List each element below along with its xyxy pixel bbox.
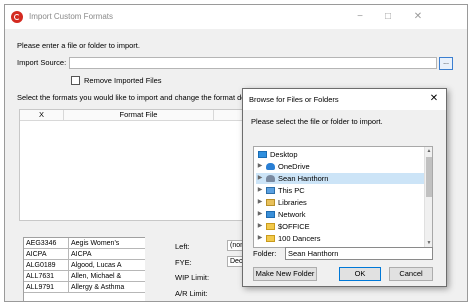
tree-item-sean-hanthorn[interactable]: ▶ Sean Hanthorn <box>256 173 424 184</box>
select-formats-text: Select the formats you would like to imp… <box>17 93 258 102</box>
format-table-header: X Format File <box>20 110 248 121</box>
table-row[interactable]: AICPA AICPA <box>24 249 145 260</box>
remove-imported-checkbox[interactable] <box>71 76 80 85</box>
dialog-titlebar: Browse for Files or Folders ✕ <box>243 89 446 110</box>
scrollbar-thumb[interactable] <box>426 157 432 197</box>
table-row[interactable]: ALG0189 Algood, Lucas A <box>24 260 145 271</box>
remove-imported-label: Remove Imported Files <box>84 76 162 85</box>
maximize-icon[interactable]: □ <box>381 10 395 24</box>
close-icon[interactable]: ✕ <box>411 10 425 24</box>
dialog-close-icon[interactable]: ✕ <box>428 93 440 105</box>
ok-button[interactable]: OK <box>339 267 381 281</box>
folder-icon <box>266 235 275 242</box>
tree-item-network[interactable]: ▶ Network <box>256 209 424 220</box>
make-new-folder-button[interactable]: Make New Folder <box>253 267 317 281</box>
expand-arrow-icon[interactable]: ▶ <box>256 173 264 184</box>
format-table[interactable]: X Format File <box>19 109 249 221</box>
dialog-title: Browse for Files or Folders <box>249 95 339 104</box>
table-row[interactable]: ALL9791 Allergy & Asthma <box>24 282 145 293</box>
browse-button[interactable]: ... <box>439 57 453 70</box>
expand-arrow-icon[interactable]: ▶ <box>256 209 264 220</box>
expand-arrow-icon[interactable]: ▶ <box>256 233 264 244</box>
expand-arrow-icon[interactable]: ▶ <box>256 161 264 172</box>
expand-arrow-icon[interactable]: ▶ <box>256 185 264 196</box>
folder-label: Folder: <box>253 249 277 258</box>
folder-input[interactable]: Sean Hanthorn <box>285 247 433 260</box>
folder-tree[interactable]: Desktop ▶ OneDrive ▶ Sean Hanthorn ▶ Thi… <box>253 146 433 248</box>
desktop-icon <box>258 151 267 158</box>
browse-dialog: Browse for Files or Folders ✕ Please sel… <box>242 88 447 287</box>
minimize-icon[interactable]: − <box>353 10 367 24</box>
app-logo-icon <box>11 11 23 23</box>
user-icon <box>266 175 275 182</box>
client-list[interactable]: AEG3346 Aegis Women's AICPA AICPA ALG018… <box>23 237 145 301</box>
window-title: Import Custom Formats <box>29 12 114 21</box>
main-instruction: Please enter a file or folder to import. <box>17 41 140 50</box>
ar-limit-label: A/R Limit: <box>175 289 208 298</box>
dialog-instruction: Please select the file or folder to impo… <box>251 117 383 126</box>
cancel-button[interactable]: Cancel <box>389 267 433 281</box>
tree-item-this-pc[interactable]: ▶ This PC <box>256 185 424 196</box>
column-header-x[interactable]: X <box>20 110 64 121</box>
scroll-down-icon[interactable]: ▼ <box>425 239 432 247</box>
import-source-label: Import Source: <box>17 58 67 67</box>
network-icon <box>266 211 275 218</box>
wip-limit-label: WIP Limit: <box>175 273 210 282</box>
table-row[interactable]: AEG3346 Aegis Women's <box>24 238 145 249</box>
table-row[interactable]: ALL7631 Allen, Michael & <box>24 271 145 282</box>
libraries-icon <box>266 199 275 206</box>
column-header-format-file[interactable]: Format File <box>64 110 214 121</box>
tree-scrollbar[interactable]: ▲ ▼ <box>424 147 432 247</box>
expand-arrow-icon[interactable]: ▶ <box>256 197 264 208</box>
tree-item-office[interactable]: ▶ $OFFICE <box>256 221 424 232</box>
tree-item-onedrive[interactable]: ▶ OneDrive <box>256 161 424 172</box>
fye-label: FYE: <box>175 258 192 267</box>
folder-icon <box>266 223 275 230</box>
main-titlebar: Import Custom Formats − □ ✕ <box>5 5 467 29</box>
pc-icon <box>266 187 275 194</box>
expand-arrow-icon[interactable]: ▶ <box>256 221 264 232</box>
tree-item-libraries[interactable]: ▶ Libraries <box>256 197 424 208</box>
tree-item-desktop[interactable]: Desktop <box>256 149 424 160</box>
onedrive-icon <box>266 163 275 170</box>
left-label: Left: <box>175 242 190 251</box>
scroll-up-icon[interactable]: ▲ <box>425 147 432 155</box>
import-source-input[interactable] <box>69 57 437 69</box>
tree-item-100-dancers[interactable]: ▶ 100 Dancers <box>256 233 424 244</box>
